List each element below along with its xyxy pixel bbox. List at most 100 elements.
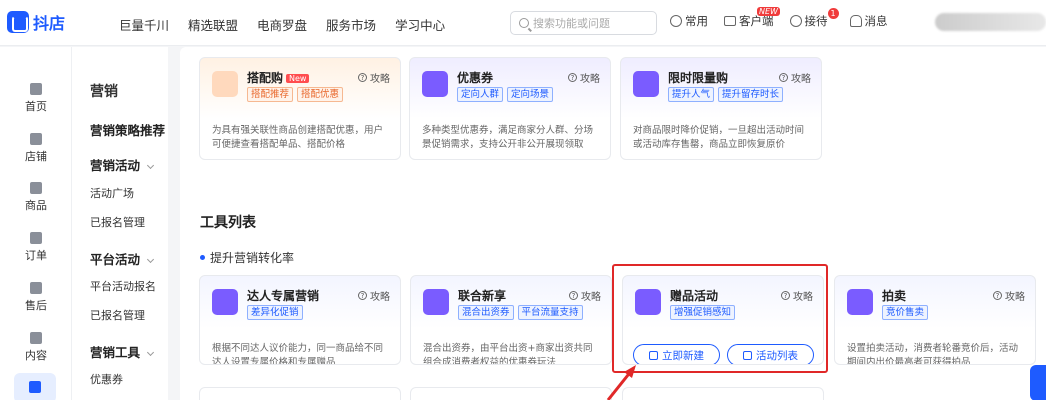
sidebar-item-home[interactable]: 首页 — [0, 83, 72, 114]
nav-qianchuan[interactable]: 巨量千川 — [119, 15, 169, 34]
guide-link[interactable]: ? 攻略 — [358, 288, 390, 303]
tag: 定向人群 — [457, 87, 504, 102]
card-desc: 设置拍卖活动，消费者轮番竞价后，活动 期间内出价最高者可获得拍品 — [847, 342, 1023, 364]
card-flash-sale[interactable]: 限时限量购 ? 攻略 提升人气 提升留存时长 对商品限时降价促销，一旦超出活动时间或… — [620, 57, 822, 160]
menu-group-tools[interactable]: 营销工具 — [90, 342, 155, 361]
bundle-icon — [212, 71, 238, 97]
marketing-icon — [29, 381, 41, 393]
guide-label: 攻略 — [370, 74, 390, 85]
card-auction[interactable]: 拍卖 ? 攻略 竞价售卖 设置拍卖活动，消费者轮番竞价后，活动 期间内出价最高者可获… — [834, 275, 1036, 365]
sidebar-item-product[interactable]: 商品 — [0, 182, 72, 213]
nav-learning-center[interactable]: 学习中心 — [395, 15, 445, 34]
guide-link[interactable]: ? 攻略 — [568, 70, 600, 85]
headset-icon — [789, 15, 802, 27]
desc-line: 景促销需求，支持公开非公开展现领取 — [422, 139, 584, 150]
top-nav: 巨量千川 精选联盟 电商罗盘 服务市场 学习中心 — [119, 15, 445, 34]
question-icon: ? — [568, 73, 577, 82]
tag: 提升人气 — [668, 87, 715, 102]
sidebar-item-content[interactable]: 内容 — [0, 332, 72, 363]
logo[interactable]: 抖店 — [7, 10, 65, 34]
desc-line: 混合出资券，由平台出资+商家出资共同 — [423, 343, 593, 354]
chevron-down-icon — [146, 255, 155, 264]
menu-platform-signup[interactable]: 平台活动报名 — [90, 278, 156, 294]
search-input[interactable]: 搜索功能或问题 — [510, 11, 657, 35]
menu-activity-square[interactable]: 活动广场 — [90, 185, 134, 201]
aftersale-icon — [30, 282, 42, 294]
nav-service-market[interactable]: 服务市场 — [326, 15, 376, 34]
card-influencer-marketing[interactable]: 达人专属营销 ? 攻略 差异化促销 根据不同达人议价能力，同一商品给不同 达人设置专… — [199, 275, 401, 365]
order-icon — [30, 232, 42, 244]
client-button[interactable]: 客户端 NEW — [724, 7, 780, 29]
doudian-logo-icon — [7, 11, 29, 33]
gift-bag-icon — [423, 289, 449, 315]
content-icon — [30, 332, 42, 344]
card-title: 搭配购 New — [247, 69, 310, 86]
guide-link[interactable]: ? 攻略 — [993, 288, 1025, 303]
chevron-down-icon — [146, 348, 155, 357]
card-coupon[interactable]: 优惠券 ? 攻略 定向人群 定向场景 多种类型优惠券，满足商家分人群、分场 景促销需求… — [409, 57, 611, 160]
message-button[interactable]: 消息 — [849, 13, 888, 29]
sidebar-item-marketing[interactable] — [14, 373, 56, 400]
coupon-icon — [422, 71, 448, 97]
card-title: 达人专属营销 — [247, 289, 320, 303]
nav-alliance[interactable]: 精选联盟 — [188, 15, 238, 34]
float-help-button[interactable] — [1030, 365, 1046, 400]
gavel-icon — [847, 289, 873, 315]
card-tags: 提升人气 提升留存时长 — [668, 87, 784, 102]
guide-link[interactable]: ? 攻略 — [779, 70, 811, 85]
guide-label: 攻略 — [791, 74, 811, 85]
flash-sale-icon — [633, 71, 659, 97]
annotation-arrow-icon — [606, 365, 636, 400]
card-joint-offer[interactable]: 联合新享 ? 攻略 混合出资券 平台流量支持 混合出资券，由平台出资+商家出资共同组… — [410, 275, 612, 365]
sidebar-label: 首页 — [25, 100, 47, 113]
new-badge: NEW — [757, 7, 780, 16]
menu-group-platform[interactable]: 平台活动 — [90, 249, 155, 268]
card-partial[interactable] — [199, 387, 401, 400]
desc-line: 为具有强关联性商品创建搭配优惠，用户 — [212, 125, 384, 136]
menu-group-label: 营销工具 — [90, 345, 141, 360]
menu-group-activity[interactable]: 营销活动 — [90, 155, 155, 174]
card-desc: 对商品限时降价促销，一旦超出活动时间 或活动库存售罄，商品立即恢复原价 — [633, 124, 809, 152]
menu-registered[interactable]: 已报名管理 — [90, 214, 145, 230]
menu-strategy[interactable]: 营销策略推荐 — [90, 120, 165, 139]
desc-line: 可便捷查看搭配单品、搭配价格 — [212, 139, 346, 150]
guide-link[interactable]: ? 攻略 — [358, 70, 390, 85]
reception-label: 接待 — [804, 14, 828, 28]
sidebar-label: 内容 — [25, 349, 47, 362]
user-avatar-blurred[interactable] — [935, 13, 1046, 31]
desc-line: 或活动库存售罄，商品立即恢复原价 — [633, 139, 786, 150]
card-title-text: 搭配购 — [247, 71, 284, 85]
monitor-icon — [724, 16, 736, 26]
sidebar-label: 商品 — [25, 199, 47, 212]
sidebar-item-order[interactable]: 订单 — [0, 232, 72, 263]
desc-line: 达人设置专属价格和专属赠品 — [212, 357, 336, 365]
question-icon: ? — [358, 73, 367, 82]
card-tags: 竞价售卖 — [882, 305, 929, 320]
highlight-box — [612, 264, 828, 373]
card-bundle[interactable]: 搭配购 New ? 攻略 搭配推荐 搭配优惠 为具有强关联性商品创建搭配优惠，用户 可便… — [199, 57, 401, 160]
menu-platform-registered[interactable]: 已报名管理 — [90, 307, 145, 323]
subtitle-text: 提升营销转化率 — [210, 251, 295, 265]
guide-label: 攻略 — [581, 292, 601, 303]
card-partial[interactable] — [410, 387, 612, 400]
new-badge: New — [286, 74, 310, 83]
desc-line: 多种类型优惠券，满足商家分人群、分场 — [422, 125, 594, 136]
card-tags: 差异化促销 — [247, 305, 303, 320]
menu-group-label: 营销活动 — [90, 158, 141, 173]
sidebar-item-store[interactable]: 店铺 — [0, 133, 72, 164]
secondary-sidebar: 营销 营销策略推荐 营销活动 活动广场 已报名管理 平台活动 平台活动报名 已报… — [72, 47, 168, 400]
card-title: 限时限量购 — [668, 71, 729, 85]
guide-label: 攻略 — [1005, 292, 1025, 303]
primary-sidebar: 首页 店铺 商品 订单 售后 内容 — [0, 47, 72, 400]
menu-coupon[interactable]: 优惠券 — [90, 371, 123, 387]
guide-link[interactable]: ? 攻略 — [569, 288, 601, 303]
tag: 搭配推荐 — [247, 87, 294, 102]
sidebar-item-aftersale[interactable]: 售后 — [0, 282, 72, 313]
submenu-title: 营销 — [90, 84, 118, 100]
sidebar-label: 店铺 — [25, 150, 47, 163]
reception-button[interactable]: 接待 1 — [789, 8, 839, 29]
nav-compass[interactable]: 电商罗盘 — [257, 15, 307, 34]
section-title: 工具列表 — [200, 215, 256, 231]
card-partial[interactable] — [622, 387, 824, 400]
common-button[interactable]: 常用 — [670, 13, 708, 29]
